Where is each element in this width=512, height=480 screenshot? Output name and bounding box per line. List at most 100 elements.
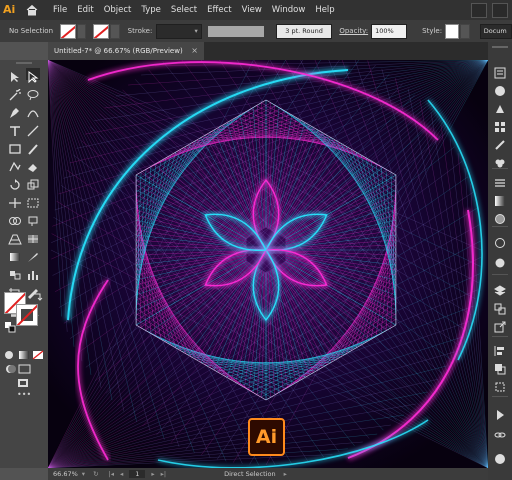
live-paint-icon[interactable] [26,212,40,226]
graphic-styles-panel-icon[interactable] [494,254,506,268]
align-panel-icon[interactable] [494,342,506,356]
menu-edit[interactable]: Edit [77,5,93,15]
divider [492,336,508,337]
panel-grip [16,62,32,64]
tools-panel: ••• [0,60,48,468]
default-colors-icon[interactable] [4,318,16,333]
brush-definition[interactable]: 3 pt. Round [275,23,333,39]
free-transform-icon[interactable] [26,194,40,208]
menu-object[interactable]: Object [104,5,132,15]
artboard-number[interactable]: 1 [129,470,146,478]
menu-effect[interactable]: Effect [207,5,231,15]
layers-panel-icon[interactable] [494,282,506,296]
asset-export-panel-icon[interactable] [494,318,506,333]
document-tab-title: Untitled-7* @ 66.67% (RGB/Preview) [54,47,183,55]
window-controls [471,3,508,18]
appearance-panel-icon[interactable] [494,234,506,248]
document-setup-label: Docum [483,27,507,35]
width-tool-icon[interactable] [8,194,22,208]
selection-tool-icon[interactable] [8,68,22,82]
navigator-panel-icon[interactable] [494,450,506,464]
gradient-panel-icon[interactable] [494,192,506,206]
document-tabbar: Untitled-7* @ 66.67% (RGB/Preview) × [48,42,488,60]
brush-value: 3 pt. Round [285,27,323,35]
stroke-swatch[interactable] [93,23,110,39]
transparency-panel-icon[interactable] [494,210,506,224]
stroke-dropdown[interactable] [110,23,120,39]
eyedropper-icon[interactable] [26,248,40,262]
illustrator-logo-badge: Ai [248,418,285,456]
swap-fill-stroke-icon[interactable] [30,288,43,301]
scale-icon[interactable] [26,176,40,190]
style-label: Style: [422,27,443,35]
opacity-label[interactable]: Opacity: [339,27,368,35]
type-icon[interactable] [8,122,22,136]
stroke-color-box[interactable] [16,304,38,326]
menu-window[interactable]: Window [272,5,306,15]
brushes-panel-icon[interactable] [494,136,506,150]
first-artboard-icon[interactable]: |◂ [109,470,114,478]
zoom-level[interactable]: 66.67% [53,470,78,478]
artboards-panel-icon[interactable] [494,300,506,315]
lasso-icon[interactable] [26,86,40,101]
shape-builder-icon[interactable] [8,212,22,225]
menu-type[interactable]: Type [141,5,161,15]
stroke-weight-field[interactable]: ▾ [156,23,202,39]
properties-panel-icon[interactable] [494,64,506,79]
layout-icon[interactable] [471,3,487,18]
close-icon[interactable]: × [191,46,198,55]
next-artboard-icon[interactable]: ▸ [151,470,154,478]
mesh-icon[interactable] [26,230,40,243]
column-graph-icon[interactable] [26,266,40,280]
symbols-panel-icon[interactable] [494,154,506,168]
menu-file[interactable]: File [53,5,67,15]
pen-icon[interactable] [8,104,22,118]
arrange-icon[interactable] [492,3,508,18]
home-icon[interactable] [26,4,38,16]
document-setup-button[interactable]: Docum [479,23,512,39]
style-swatch[interactable] [445,23,460,39]
previous-artboard-icon[interactable]: ◂ [120,470,123,478]
more-tools-icon[interactable]: ••• [17,390,31,399]
last-artboard-icon[interactable]: ▸| [161,470,166,478]
curvature-icon[interactable] [26,104,40,118]
gradient-mode-icon[interactable] [18,346,30,359]
stroke-panel-icon[interactable] [494,174,506,187]
chevron-right-icon[interactable]: ▸ [284,470,287,478]
change-screen-mode-icon[interactable] [16,374,30,387]
menu-select[interactable]: Select [171,5,197,15]
fill-swatch[interactable] [59,23,76,39]
color-mode-icon[interactable] [4,346,16,359]
opacity-field[interactable]: 100% [371,23,408,39]
paintbrush-icon[interactable] [26,140,40,155]
links-panel-icon[interactable] [494,426,506,438]
none-mode-icon[interactable] [32,346,44,360]
fill-dropdown[interactable] [76,23,87,39]
rectangle-icon[interactable] [8,140,22,154]
shaper-icon[interactable] [8,158,22,172]
swatches-panel-icon[interactable] [494,118,506,132]
transform-panel-icon[interactable] [494,378,506,392]
actions-panel-icon[interactable] [494,406,506,420]
chevron-down-icon[interactable]: ▾ [82,470,85,478]
libraries-panel-icon[interactable] [494,82,506,96]
magic-wand-icon[interactable] [8,86,22,101]
menu-help[interactable]: Help [315,5,334,15]
pathfinder-panel-icon[interactable] [494,360,506,375]
gradient-icon[interactable] [8,248,22,261]
draw-mode-icon[interactable] [4,360,16,373]
rotate-icon[interactable] [8,176,22,190]
line-segment-icon[interactable] [26,122,40,137]
variable-width-profile[interactable] [207,25,264,37]
menu-view[interactable]: View [242,5,262,15]
color-panel-icon[interactable] [494,100,506,113]
screen-mode-icon[interactable] [18,360,31,374]
artboard-canvas[interactable] [48,60,488,468]
document-tab[interactable]: Untitled-7* @ 66.67% (RGB/Preview) × [48,42,204,60]
rotate-view-icon[interactable]: ↻ [93,470,98,478]
direct-selection-tool-icon[interactable] [26,68,40,84]
eraser-icon[interactable] [26,158,40,172]
perspective-grid-icon[interactable] [8,230,22,245]
style-dropdown[interactable] [460,23,470,39]
blend-icon[interactable] [8,266,22,280]
